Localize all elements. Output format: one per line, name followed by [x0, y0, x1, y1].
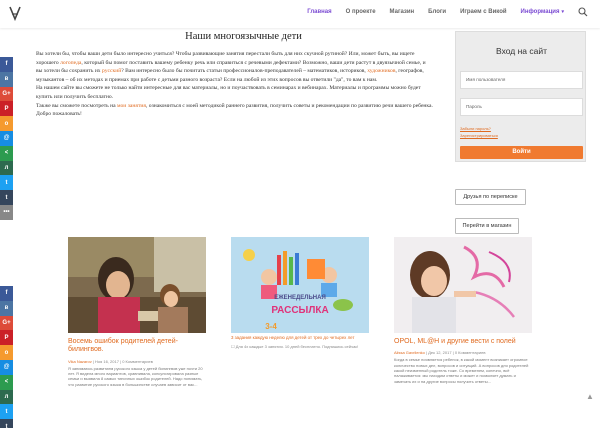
newsletter-image-age: 3-4 [265, 322, 277, 331]
my-classes-link[interactable]: мои занятия [117, 103, 146, 109]
post-card-3: OPOL, ML@H и другие вести с полей Alissa… [394, 237, 532, 384]
text: Также вы сможете посмотреть на [36, 102, 117, 109]
post-meta-2-text: Для 4х каждые 3 занятия. 10 дней бесплат… [235, 343, 359, 349]
post-title-1[interactable]: Восемь ошибок родителей детей-билингвов. [68, 338, 206, 355]
register-link[interactable]: Зарегистрироваться [460, 133, 498, 138]
newsletter-image-text-bottom: РАССЫЛКА [271, 305, 328, 316]
post-date: Дек 12, 2017 [428, 350, 452, 356]
post-comments[interactable]: 0 Комментариев [122, 359, 153, 364]
search-icon[interactable] [578, 7, 588, 17]
intro-paragraph-2: На нашем сайте вы сможете не только найт… [36, 85, 421, 100]
forgot-password-link[interactable]: Забыли пароль? [460, 126, 491, 131]
site-header: Главная О проекте Магазин Блоги Играем с… [0, 0, 600, 28]
post-image-girl-drawing[interactable] [394, 237, 532, 333]
site-logo[interactable] [8, 5, 22, 21]
nav-shop[interactable]: Магазин [390, 9, 415, 15]
ok-icon[interactable]: o [0, 116, 13, 131]
google-plus-icon[interactable]: G+ [0, 86, 13, 102]
post-author[interactable]: Vika Nazarov [68, 359, 92, 364]
post-meta-1: Vika Nazarov | Ноя 16, 2017 | 0 Коммента… [68, 358, 153, 364]
username-field[interactable]: Имя пользователя [460, 71, 583, 89]
login-widget: Вход на сайт Имя пользователя Пароль Заб… [455, 31, 586, 162]
post-image-children-playing[interactable] [68, 237, 206, 333]
nav-info-label: Информация [520, 9, 560, 15]
social-share-bar-bottom: fвG+Po@<лtt••• [0, 286, 13, 428]
welcome-text: Добро пожаловать! [36, 111, 82, 118]
post-meta-3: Alissa Gavrilenko | Дек 12, 2017 | 0 Ком… [394, 350, 486, 356]
post-comments[interactable]: 0 Комментариев [455, 350, 486, 355]
intro-paragraph-1: Вы хотели бы, чтобы ваши дети было интер… [36, 50, 433, 84]
password-field[interactable]: Пароль [460, 98, 583, 116]
post-card-1: Восемь ошибок родителей детей-билингвов.… [68, 237, 206, 387]
post-meta-2: ☐ Для 4х каждые 3 занятия. 10 дней беспл… [231, 344, 369, 349]
post-date: Ноя 16, 2017 [94, 358, 119, 364]
main-nav: Главная О проекте Магазин Блоги Играем с… [293, 9, 564, 15]
intro-article: Вы хотели бы, чтобы ваши дети было интер… [36, 50, 433, 119]
chevron-down-icon: ▾ [561, 9, 564, 15]
share-icon[interactable]: < [0, 374, 13, 390]
newsletter-image-text-top: ЕЖЕНЕДЕЛЬНАЯ [274, 295, 326, 301]
nav-about[interactable]: О проекте [346, 9, 376, 15]
pinterest-icon[interactable]: P [0, 330, 13, 346]
post-image-weekly-newsletter[interactable]: ЕЖЕНЕДЕЛЬНАЯ РАССЫЛКА 3-4 [231, 237, 369, 333]
twitter-icon[interactable]: t [0, 404, 13, 420]
google-plus-icon[interactable]: G+ [0, 315, 13, 331]
pen-pals-button[interactable]: Друзья по переписке [455, 189, 526, 205]
text: , ознакомиться с моей методикой раннего … [145, 102, 433, 109]
intro-paragraph-3: Также вы сможете посмотреть на мои занят… [36, 102, 433, 111]
speech-therapist-link[interactable]: логопеда [60, 60, 81, 66]
twitter-icon[interactable]: t [0, 175, 13, 191]
mail-icon[interactable]: @ [0, 359, 13, 375]
go-to-shop-button[interactable]: Перейти в магазин [455, 218, 519, 234]
nav-play-with-vika[interactable]: Играем с Викой [460, 9, 506, 15]
livejournal-icon[interactable]: л [0, 160, 13, 176]
post-excerpt-1: Я занимаюсь развитием русского языка у д… [68, 365, 203, 387]
login-title: Вход на сайт [496, 46, 547, 56]
nav-blogs[interactable]: Блоги [428, 9, 446, 15]
ok-icon[interactable]: o [0, 345, 13, 360]
text: ? Вам интересно было бы почитать статьи … [121, 68, 368, 75]
tumblr-icon[interactable]: t [0, 419, 13, 428]
vk-icon[interactable]: в [0, 300, 13, 316]
nav-home[interactable]: Главная [307, 9, 331, 15]
nav-info[interactable]: Информация ▾ [521, 9, 564, 15]
mail-icon[interactable]: @ [0, 130, 13, 146]
artists-link[interactable]: художников [367, 68, 395, 74]
login-button[interactable]: Войти [460, 146, 583, 159]
more-icon[interactable]: ••• [0, 204, 13, 220]
facebook-icon[interactable]: f [0, 57, 13, 72]
post-card-2: ЕЖЕНЕДЕЛЬНАЯ РАССЫЛКА 3-4 3 задания кажд… [231, 237, 369, 349]
share-icon[interactable]: < [0, 145, 13, 161]
russian-link[interactable]: русский [102, 68, 121, 74]
post-excerpt-3: Когда в семье появляется ребенок, в како… [394, 357, 529, 384]
scroll-to-top-icon[interactable]: ▲ [586, 392, 594, 402]
vk-icon[interactable]: в [0, 71, 13, 87]
page-title: Наши многоязычные дети [185, 31, 302, 42]
social-share-bar: f в G+ Po @ < л t t ••• [0, 57, 13, 220]
pinterest-icon[interactable]: P [0, 101, 13, 117]
tumblr-icon[interactable]: t [0, 190, 13, 205]
facebook-icon[interactable]: f [0, 286, 13, 301]
post-author[interactable]: Alissa Gavrilenko [394, 350, 425, 355]
livejournal-icon[interactable]: л [0, 389, 13, 405]
post-title-3[interactable]: OPOL, ML@H и другие вести с полей [394, 338, 532, 346]
post-title-2[interactable]: 3 задания каждую неделю для детей от тре… [231, 335, 369, 341]
